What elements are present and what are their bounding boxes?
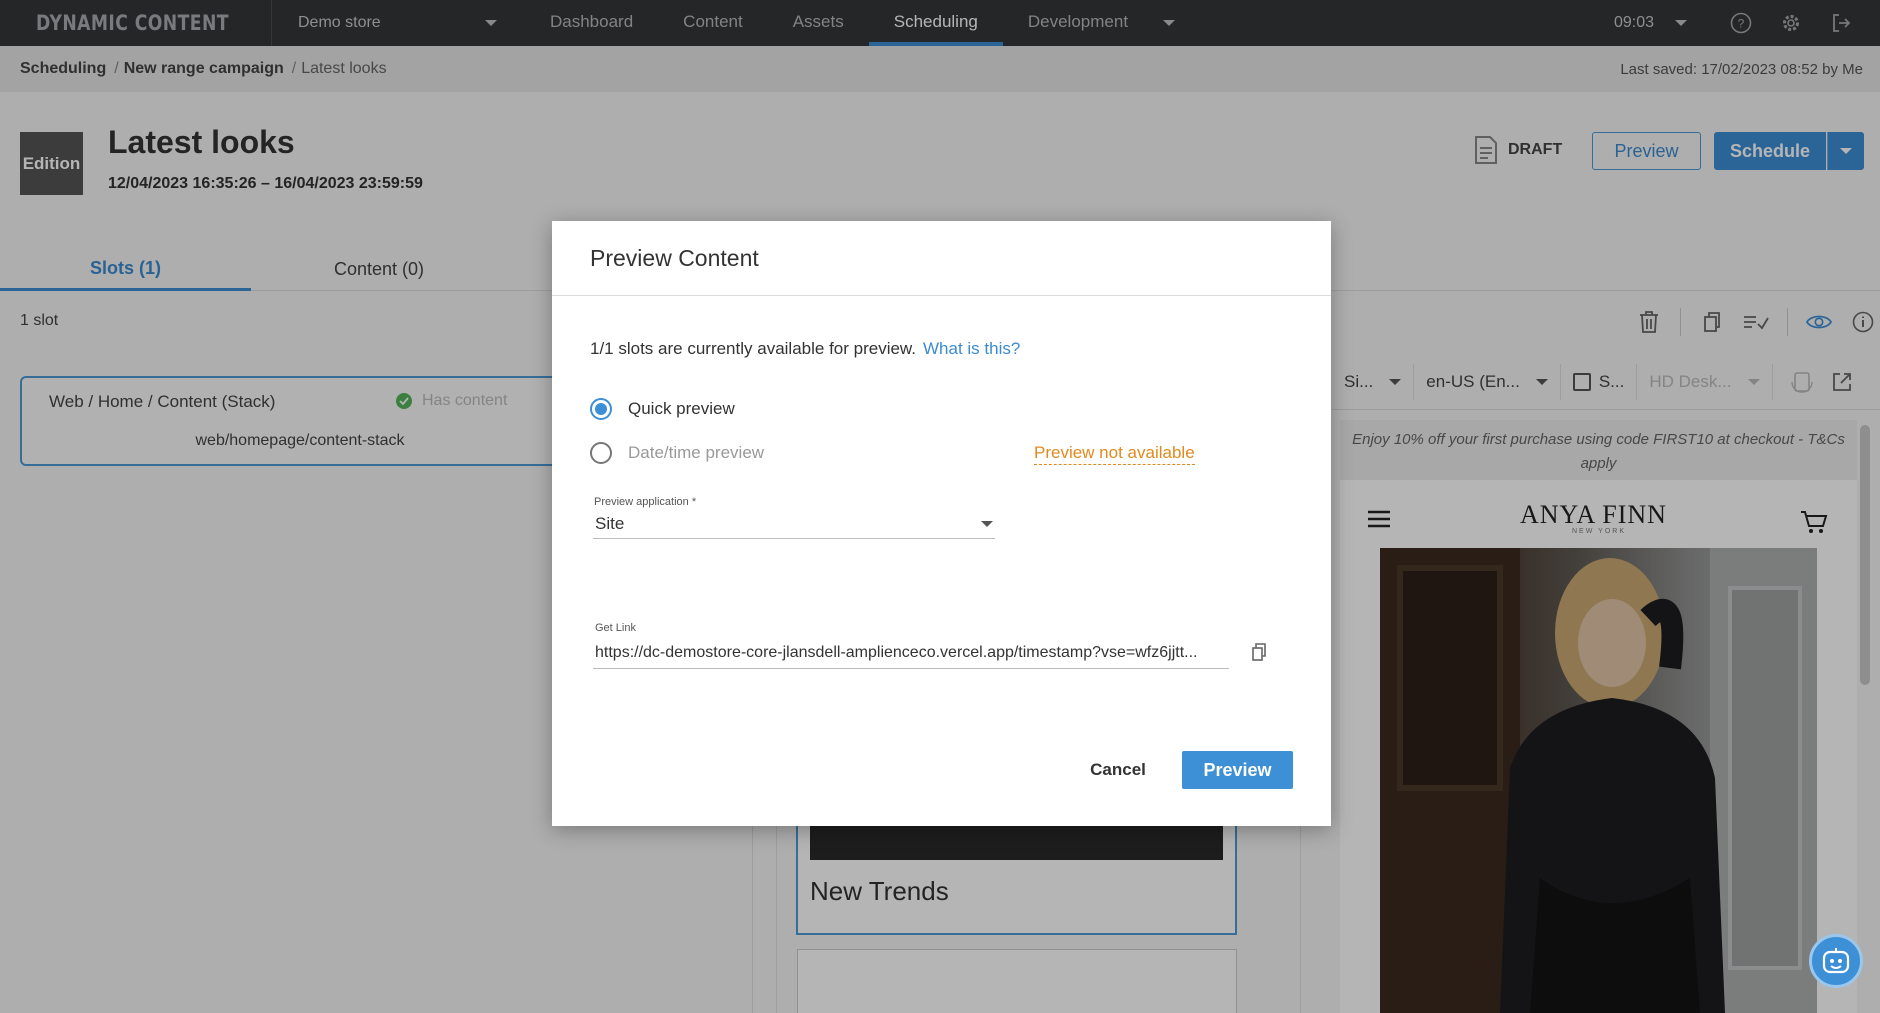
preview-not-available-text[interactable]: Preview not available [1034, 443, 1195, 465]
preview-content-dialog: Preview Content 1/1 slots are currently … [552, 221, 1331, 826]
radio-selected-icon[interactable] [590, 398, 612, 420]
get-link-field[interactable]: https://dc-demostore-core-jlansdell-ampl… [593, 637, 1229, 669]
datetime-preview-label: Date/time preview [628, 443, 765, 462]
preview-application-value: Site [595, 513, 625, 533]
availability-text: 1/1 slots are currently available for pr… [590, 339, 916, 358]
dialog-title: Preview Content [590, 245, 759, 271]
get-link-label: Get Link [595, 622, 636, 634]
robot-icon [1822, 948, 1850, 974]
chevron-down-icon [981, 520, 993, 527]
cancel-button[interactable]: Cancel [1068, 751, 1168, 789]
preview-button[interactable]: Preview [1182, 751, 1293, 789]
assistant-bot-button[interactable] [1809, 934, 1863, 988]
preview-application-label: Preview application * [594, 496, 697, 508]
copy-link-icon[interactable] [1250, 642, 1270, 662]
quick-preview-label: Quick preview [628, 399, 735, 418]
datetime-preview-option[interactable]: Date/time preview [590, 442, 764, 464]
quick-preview-option[interactable]: Quick preview [590, 398, 735, 420]
radio-unselected-icon[interactable] [590, 442, 612, 464]
what-is-this-link[interactable]: What is this? [923, 339, 1020, 359]
dialog-divider [552, 295, 1331, 296]
preview-application-select[interactable]: Site [593, 509, 995, 539]
